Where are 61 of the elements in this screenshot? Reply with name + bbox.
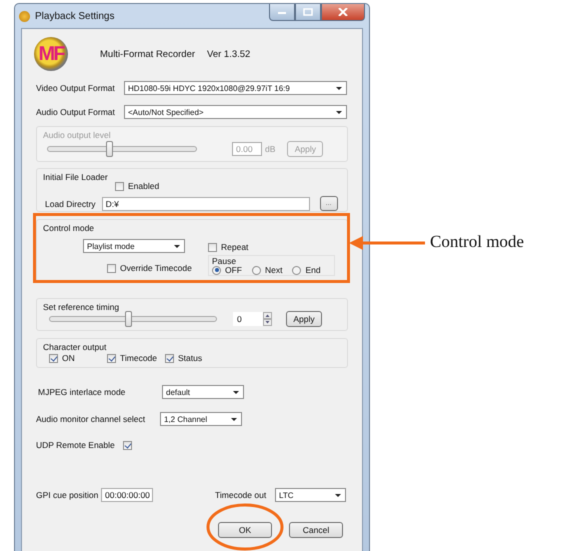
field-label: MJPEG interlace mode xyxy=(38,387,126,397)
interlace-dropdown[interactable]: default xyxy=(162,385,244,399)
checkbox[interactable] xyxy=(165,354,174,362)
checkbox[interactable] xyxy=(208,242,217,252)
group-title: Control mode xyxy=(43,223,94,233)
group-title: Audio output level xyxy=(43,130,111,140)
field-label: Audio monitor channel select xyxy=(36,414,146,424)
checkbox-label: Status xyxy=(178,353,202,363)
checkbox-label: Repeat xyxy=(221,242,248,252)
audio-format-dropdown[interactable]: <Auto/Not Specified> xyxy=(124,105,347,119)
version-label: Ver 1.3.52 xyxy=(207,48,250,60)
checkbox[interactable] xyxy=(107,264,116,272)
checkbox-label: Enabled xyxy=(128,181,160,191)
callout-label: Control mode xyxy=(430,232,524,252)
radio-button[interactable] xyxy=(252,266,261,274)
directory-field[interactable]: D:¥ xyxy=(102,196,310,210)
channel-dropdown[interactable]: 1,2 Channel xyxy=(160,412,242,426)
timecode-dropdown[interactable]: LTC xyxy=(275,488,346,502)
spinner-icon[interactable] xyxy=(263,312,272,326)
checkbox[interactable] xyxy=(123,440,132,450)
cancel-button[interactable]: Cancel xyxy=(289,522,343,538)
window-title: Playback Settings xyxy=(35,10,116,22)
maximize-icon xyxy=(303,8,313,16)
video-format-dropdown[interactable]: HD1080-59i HDYC 1920x1080@29.97iT 16:9 xyxy=(124,81,347,95)
checkbox-label: Timecode xyxy=(120,353,158,363)
close-button[interactable] xyxy=(321,4,365,21)
app-name: Multi-Format Recorder xyxy=(100,48,196,60)
radio-label: End xyxy=(305,265,321,275)
radio-label: Next xyxy=(265,265,282,275)
group-title: Pause xyxy=(212,256,236,266)
minimize-button[interactable] xyxy=(269,4,295,21)
app-icon xyxy=(19,10,30,22)
checkbox-label: Override Timecode xyxy=(120,263,192,273)
checkbox[interactable] xyxy=(115,182,124,190)
field-label: Timecode out xyxy=(215,490,268,500)
field-label: Load Directry xyxy=(45,198,96,208)
timing-field[interactable]: 0 xyxy=(233,312,263,326)
group-title: Character output xyxy=(43,342,106,352)
checkbox[interactable] xyxy=(49,354,58,362)
field-label: Audio Output Format xyxy=(36,107,116,117)
close-icon xyxy=(338,8,348,16)
radio-label: OFF xyxy=(225,265,242,275)
cue-field[interactable]: 00:00:00:00 xyxy=(101,488,153,502)
field-label: GPI cue position xyxy=(36,490,100,500)
mode-dropdown[interactable]: Playlist mode xyxy=(83,239,185,253)
checkbox[interactable] xyxy=(107,354,116,362)
group-title: Set reference timing xyxy=(43,302,120,312)
checkbox-label: ON xyxy=(62,353,75,363)
checkbox-label: UDP Remote Enable xyxy=(36,440,116,450)
apply-button[interactable]: Apply xyxy=(286,311,322,327)
field-label: Video Output Format xyxy=(36,83,116,93)
timing-slider[interactable] xyxy=(49,311,217,327)
unit-label: dB xyxy=(265,144,276,154)
radio-button[interactable] xyxy=(292,266,302,274)
radio-button[interactable] xyxy=(212,266,221,274)
maximize-button[interactable] xyxy=(295,4,321,21)
ok-button[interactable]: OK xyxy=(218,522,272,538)
group-title: Initial File Loader xyxy=(43,172,108,182)
slider-thumb[interactable] xyxy=(124,311,132,327)
app-logo: MF xyxy=(34,37,68,71)
minimize-icon xyxy=(277,9,287,15)
